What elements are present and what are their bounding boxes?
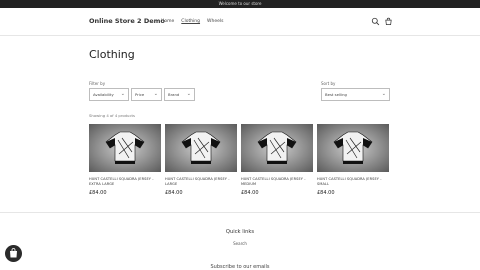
search-icon[interactable]	[371, 17, 380, 26]
sort-select[interactable]: Best selling ⌄	[321, 88, 390, 101]
nav-wheels[interactable]: Wheels	[207, 19, 223, 24]
quick-links-heading: Quick links	[225, 229, 255, 235]
store-logo[interactable]: Online Store 2 Demo	[89, 17, 165, 25]
announcement-bar: Welcome to our store	[0, 0, 480, 8]
product-image[interactable]	[317, 124, 389, 172]
chevron-down-icon: ⌄	[120, 91, 125, 97]
filter-availability-label: Availability	[93, 92, 114, 97]
announcement-text: Welcome to our store	[218, 1, 262, 6]
product-image[interactable]	[89, 124, 161, 172]
product-title[interactable]: HUNT CASTELLI SQUADRA JERSEY - SMALL	[317, 177, 389, 186]
sort-label: Sort by	[321, 81, 336, 86]
product-card[interactable]: HUNT CASTELLI SQUADRA JERSEY - EXTRA LAR…	[89, 124, 161, 196]
chevron-down-icon: ⌄	[186, 91, 191, 97]
filter-brand-label: Brand	[168, 92, 180, 97]
product-card[interactable]: HUNT CASTELLI SQUADRA JERSEY - LARGE £84…	[165, 124, 237, 196]
filter-label: Filter by	[89, 81, 106, 86]
product-count: Showing 4 of 4 products	[89, 113, 136, 118]
product-image[interactable]	[165, 124, 237, 172]
shopify-bag-icon[interactable]	[5, 245, 22, 262]
nav-home[interactable]: Home	[161, 19, 174, 24]
footer-divider	[0, 212, 480, 213]
filter-price-label: Price	[135, 92, 145, 97]
cart-icon[interactable]	[384, 17, 393, 26]
filter-price[interactable]: Price ⌄	[131, 88, 162, 101]
main-nav: Home Clothing Wheels	[161, 19, 223, 24]
footer-search-link[interactable]: Search	[0, 241, 480, 246]
product-price: £84.00	[89, 190, 107, 197]
chevron-down-icon: ⌄	[153, 91, 158, 97]
site-header: Online Store 2 Demo Home Clothing Wheels	[0, 8, 480, 36]
nav-clothing[interactable]: Clothing	[181, 19, 200, 24]
product-title[interactable]: HUNT CASTELLI SQUADRA JERSEY - MEDIUM	[241, 177, 313, 186]
product-price: £84.00	[165, 190, 183, 197]
subscribe-heading: Subscribe to our emails	[210, 264, 270, 270]
filter-brand[interactable]: Brand ⌄	[164, 88, 195, 101]
page-title: Clothing	[89, 48, 135, 61]
product-price: £84.00	[317, 190, 335, 197]
sort-value: Best selling	[325, 92, 347, 97]
product-title[interactable]: HUNT CASTELLI SQUADRA JERSEY - EXTRA LAR…	[89, 177, 161, 186]
product-card[interactable]: HUNT CASTELLI SQUADRA JERSEY - SMALL £84…	[317, 124, 389, 196]
filter-availability[interactable]: Availability ⌄	[89, 88, 129, 101]
chevron-down-icon: ⌄	[381, 91, 386, 97]
product-card[interactable]: HUNT CASTELLI SQUADRA JERSEY - MEDIUM £8…	[241, 124, 313, 196]
product-price: £84.00	[241, 190, 259, 197]
product-title[interactable]: HUNT CASTELLI SQUADRA JERSEY - LARGE	[165, 177, 237, 186]
product-image[interactable]	[241, 124, 313, 172]
